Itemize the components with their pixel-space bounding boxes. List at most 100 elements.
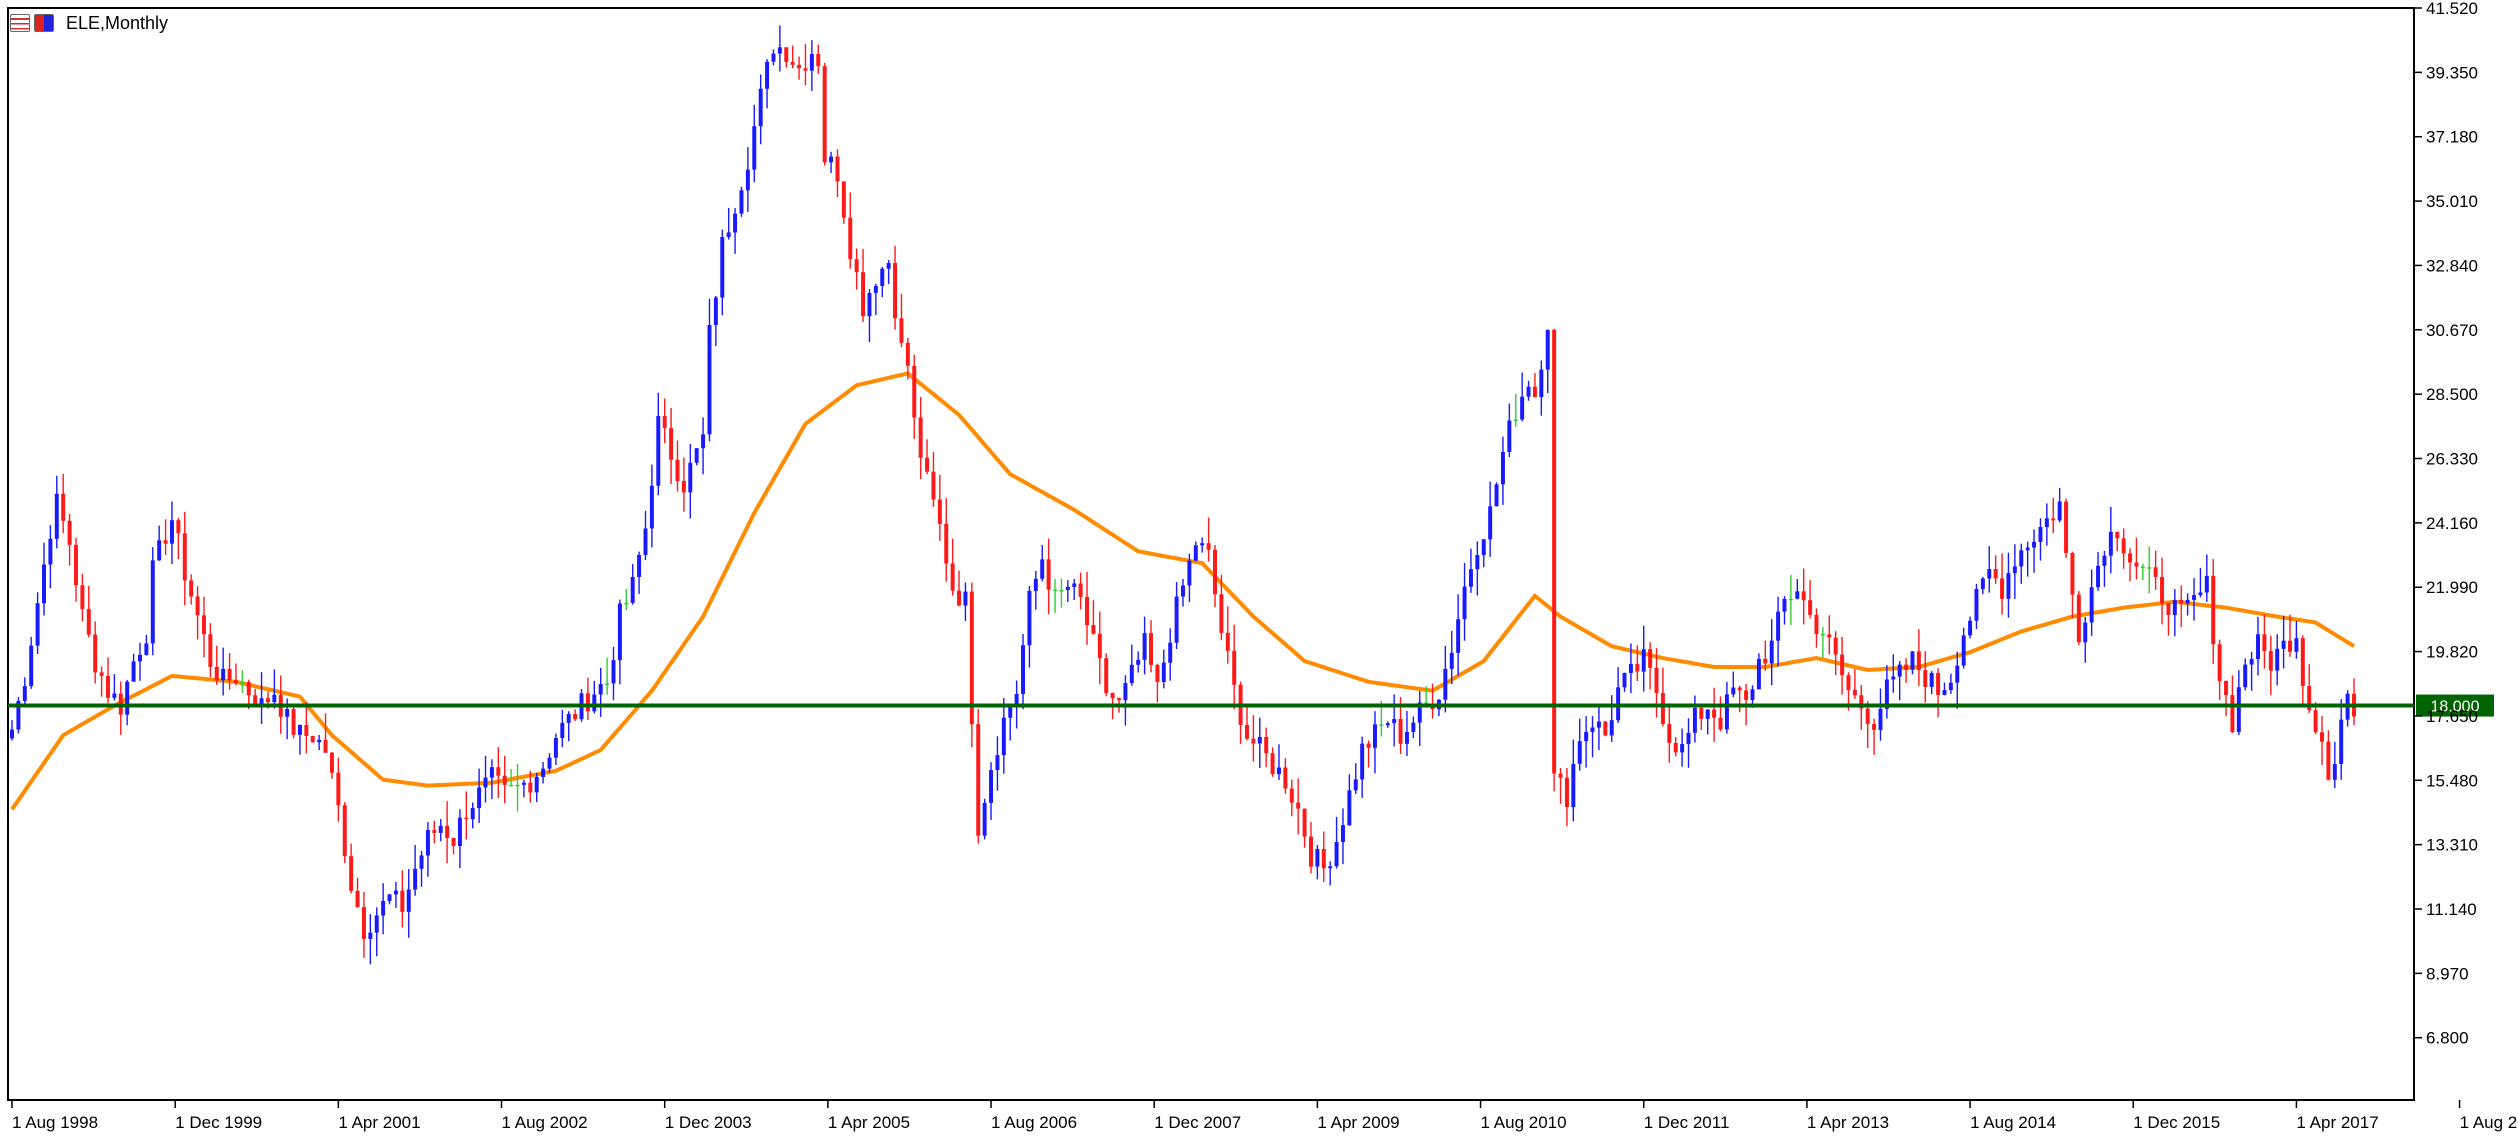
candle-body: [509, 784, 514, 787]
candle-body: [1968, 620, 1973, 636]
price-tick-label: 19.820: [2426, 643, 2478, 662]
candle-body: [720, 237, 725, 298]
candle: [16, 697, 21, 734]
candle-body: [189, 580, 194, 597]
candle-body: [2326, 741, 2331, 780]
candle-body: [1129, 664, 1134, 684]
candle-body: [1603, 721, 1608, 736]
candle-body: [931, 471, 936, 500]
candle-body: [48, 538, 53, 565]
candle-body: [1193, 545, 1198, 561]
candle-body: [1891, 676, 1896, 680]
candle-body: [195, 596, 200, 616]
price-tick-label: 15.480: [2426, 771, 2478, 790]
candle-body: [2019, 550, 2024, 567]
candle-body: [112, 693, 117, 698]
candle-body: [1756, 658, 1761, 690]
candle-body: [2192, 595, 2197, 600]
candle-body: [816, 53, 821, 67]
candle-body: [406, 889, 411, 912]
time-tick-label: 1 Aug 2014: [1970, 1113, 2056, 1132]
candle-body: [1328, 866, 1333, 869]
candle-body: [291, 709, 296, 735]
candle-body: [2230, 695, 2235, 733]
candle-body: [2275, 648, 2280, 671]
candle-body: [1916, 651, 1921, 671]
candle-body: [1782, 598, 1787, 612]
candle-body: [1897, 664, 1902, 677]
list-icon[interactable]: [10, 14, 30, 32]
candle-body: [1974, 589, 1979, 621]
candle-body: [272, 694, 277, 703]
candle: [2076, 591, 2081, 646]
candle-body: [2211, 575, 2216, 645]
candle-body: [2300, 638, 2305, 686]
candle-body: [361, 907, 366, 939]
candle-body: [22, 686, 27, 701]
candle-body: [707, 324, 712, 435]
candle-body: [963, 591, 968, 606]
candle-body: [649, 485, 654, 529]
chart-title: ELE,Monthly: [66, 12, 169, 33]
candle-body: [1449, 652, 1454, 669]
candle-body: [521, 782, 526, 785]
candle: [1494, 482, 1499, 507]
candle-body: [387, 894, 392, 901]
candle-body: [739, 190, 744, 214]
price-tick-label: 30.670: [2426, 321, 2478, 340]
candle-body: [432, 829, 437, 833]
candle-body: [541, 768, 546, 777]
candle-body: [1904, 664, 1909, 670]
candle-body: [400, 890, 405, 912]
candle-body: [1123, 683, 1128, 701]
candle-body: [265, 698, 270, 703]
candle-body: [835, 156, 840, 182]
candle-body: [1021, 645, 1026, 695]
candle-body: [1763, 658, 1768, 664]
candle-body: [1168, 642, 1173, 663]
price-chart[interactable]: 18.000 41.52039.35037.18035.01032.84030.…: [0, 0, 2518, 1148]
candle-body: [201, 615, 206, 635]
candle-body: [1769, 640, 1774, 664]
candle-body: [1270, 753, 1275, 775]
candle-body: [1526, 386, 1531, 397]
candle-body: [1737, 687, 1742, 691]
candle-body: [1680, 744, 1685, 753]
time-tick-label: 1 Apr 2001: [338, 1113, 420, 1132]
time-tick-label: 1 Aug 1998: [12, 1113, 98, 1132]
candle-body: [1667, 724, 1672, 743]
candle: [822, 62, 827, 166]
price-tick-label: 11.140: [2426, 900, 2477, 919]
candle-body: [470, 808, 475, 820]
candle-body: [93, 634, 98, 673]
candle-body: [688, 462, 693, 493]
candle-body: [2108, 531, 2113, 556]
candle-body: [2249, 659, 2254, 665]
candle-body: [1660, 693, 1665, 725]
candle-body: [1923, 670, 1928, 687]
candle-body: [573, 714, 578, 720]
candle-body: [336, 772, 341, 806]
candle-body: [1833, 637, 1838, 655]
candle-body: [617, 603, 622, 661]
candle-body: [374, 915, 379, 933]
candle-body: [1788, 598, 1793, 601]
time-tick-label: 1 Dec 2007: [1154, 1113, 1241, 1132]
candle-body: [880, 268, 885, 286]
candle-body: [1149, 633, 1153, 665]
candle-body: [1347, 790, 1352, 826]
candle-body: [861, 272, 866, 317]
price-tick-label: 41.520: [2426, 0, 2478, 18]
candle-body: [605, 683, 610, 685]
candle-body: [1296, 802, 1301, 809]
candle-body: [1622, 672, 1627, 688]
candle-body: [169, 520, 174, 544]
candle-body: [886, 262, 891, 269]
candle-body: [1059, 590, 1064, 592]
candle-body: [1795, 591, 1800, 599]
candle-body: [99, 672, 104, 676]
candle-body: [1181, 585, 1185, 597]
candle-body: [553, 738, 558, 758]
chart-icon[interactable]: [34, 14, 54, 32]
candle-body: [1321, 848, 1326, 869]
